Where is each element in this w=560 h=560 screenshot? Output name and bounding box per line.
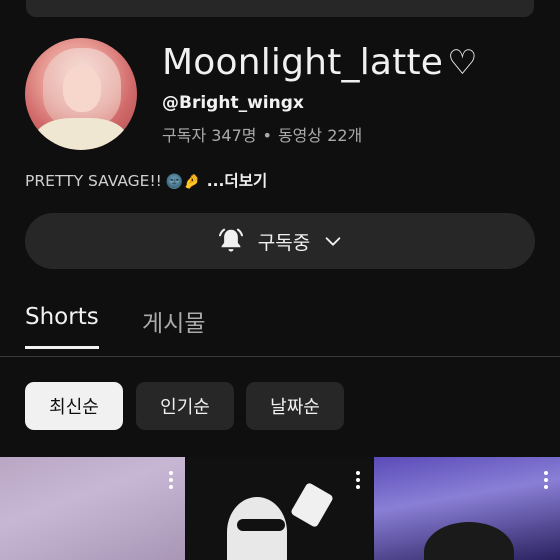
channel-tabs: Shorts 게시물 [0,290,560,357]
avatar-shirt [35,118,127,150]
channel-name: Moonlight_latte ♡ [162,40,478,86]
description-text: PRETTY SAVAGE!! [25,172,162,190]
channel-avatar[interactable] [25,38,137,150]
chevron-down-icon [325,237,341,246]
avatar-face [63,66,101,112]
subscribe-button[interactable]: 구독중 [25,213,535,269]
thumbnail-hand [290,481,334,529]
short-thumbnail[interactable] [0,457,185,560]
more-options-icon[interactable] [356,471,360,489]
subscriber-count: 구독자 347명 [162,126,257,145]
short-thumbnail[interactable] [374,457,560,560]
more-options-icon[interactable] [169,471,173,489]
chip-latest[interactable]: 최신순 [25,382,123,430]
thumbnail-sunglasses [237,519,285,531]
chip-by-date[interactable]: 날짜순 [246,382,344,430]
stats-separator: • [262,126,272,145]
more-link[interactable]: ...더보기 [207,172,267,190]
thumbnail-figure [424,522,514,560]
short-thumbnail[interactable] [187,457,372,560]
chip-popular[interactable]: 인기순 [136,382,234,430]
video-count: 동영상 22개 [277,126,363,145]
more-options-icon[interactable] [544,471,548,489]
tab-shorts[interactable]: Shorts [25,304,99,349]
description-emoji: 🌚🤌 [165,174,201,190]
heart-icon: ♡ [447,43,478,83]
channel-handle: @Bright_wingx [162,93,304,113]
top-bar [26,0,534,17]
channel-name-text: Moonlight_latte [162,42,444,83]
tab-posts[interactable]: 게시물 [142,304,205,354]
channel-description[interactable]: PRETTY SAVAGE!! 🌚🤌 ...더보기 [25,169,267,191]
bell-icon [218,228,243,252]
subscribe-label: 구독중 [257,231,311,254]
channel-stats: 구독자 347명 • 동영상 22개 [162,122,362,146]
